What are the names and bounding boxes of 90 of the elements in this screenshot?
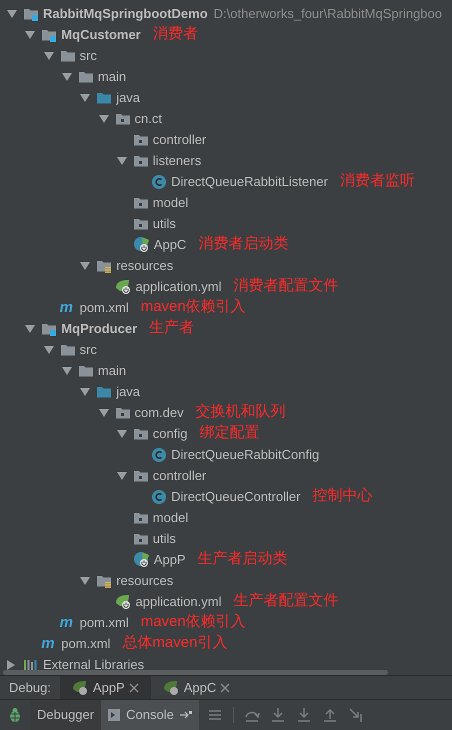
project-path: D:\otherworks_four\RabbitMqSpringboo [214, 4, 442, 23]
step-out-icon[interactable] [322, 707, 338, 723]
tree-item-label[interactable]: model [152, 192, 188, 212]
tree-item-label[interactable]: config [152, 424, 188, 444]
tree-item-label[interactable]: controller [152, 466, 206, 486]
annotation: 消费者监听 [340, 171, 415, 192]
tree-item-label[interactable]: AppP [154, 550, 186, 570]
tree-item-label[interactable]: DirectQueueController [171, 486, 300, 506]
debugger-tab[interactable]: Debugger [30, 700, 102, 730]
close-icon [128, 682, 139, 692]
tree-item-label[interactable]: RabbitMqSpringbootDemo [43, 4, 208, 24]
tree-item-label[interactable]: resources [116, 570, 174, 590]
tree-item-label[interactable]: pom.xml [80, 612, 129, 632]
annotation: maven依赖引入 [140, 297, 246, 318]
annotation: maven依赖引入 [140, 612, 246, 632]
tree-item-label[interactable]: application.yml [136, 592, 222, 612]
debug-tab[interactable]: AppC [150, 676, 242, 699]
tree-item-label[interactable]: main [98, 66, 126, 86]
spring-leaf-icon [162, 679, 180, 696]
tree-item-label[interactable]: MqProducer [61, 318, 138, 338]
tree-item-label[interactable]: MqCustomer [61, 24, 141, 44]
maven-icon: m [41, 636, 58, 651]
annotation: 消费者启动类 [198, 234, 288, 254]
spring-class-icon [132, 551, 150, 568]
debug-tab[interactable]: AppP [60, 676, 151, 699]
collapse-arrow-icon[interactable] [7, 660, 15, 670]
tree-item-label[interactable]: DirectQueueRabbitConfig [171, 444, 320, 464]
class-icon [151, 446, 168, 462]
expand-arrow-icon[interactable] [80, 94, 90, 102]
tree-item-label[interactable]: controller [152, 130, 206, 150]
annotation: 生产者 [149, 318, 194, 338]
tree-item-label[interactable]: listeners [152, 150, 202, 170]
tree-item-label[interactable]: src [80, 46, 97, 66]
tree-item-label[interactable]: java [116, 88, 140, 108]
expand-arrow-icon[interactable] [98, 408, 108, 416]
bug-icon [7, 707, 23, 723]
run-to-cursor-icon[interactable] [348, 707, 364, 723]
scrollbar[interactable] [3, 670, 388, 675]
pin-arrow-icon [180, 710, 192, 720]
maven-icon: m [60, 300, 76, 315]
annotation: 生产者配置文件 [234, 591, 338, 612]
expand-arrow-icon[interactable] [25, 324, 36, 332]
step-into-icon[interactable] [270, 707, 286, 723]
tree-item-label[interactable]: DirectQueueRabbitListener [171, 172, 328, 192]
tree-item-label[interactable]: java [116, 382, 140, 402]
tree-item-label[interactable]: utils [152, 214, 176, 234]
tree-item-label[interactable]: pom.xml [61, 634, 110, 654]
annotation: 生产者启动类 [198, 549, 288, 570]
force-step-into-icon[interactable] [296, 707, 312, 723]
console-icon [108, 709, 120, 721]
expand-arrow-icon[interactable] [80, 262, 90, 270]
debugger-tab[interactable]: Console [101, 700, 199, 730]
tree-item-label[interactable]: AppC [154, 234, 186, 254]
tree-item-label[interactable]: utils [152, 528, 176, 548]
expand-arrow-icon[interactable] [116, 430, 127, 438]
spring-leaf-icon [114, 593, 132, 610]
annotation: 交换机和队列 [196, 402, 286, 422]
expand-arrow-icon[interactable] [116, 472, 127, 480]
annotation: 控制中心 [312, 486, 372, 506]
annotation: 消费者配置文件 [234, 276, 338, 296]
expand-arrow-icon[interactable] [62, 366, 72, 374]
debug-label: Debug: [8, 678, 52, 697]
tree-item-label[interactable]: resources [116, 256, 174, 276]
annotation: 总体maven引入 [122, 633, 228, 654]
expand-arrow-icon[interactable] [25, 30, 36, 38]
close-icon [220, 682, 230, 692]
expand-arrow-icon[interactable] [7, 10, 17, 18]
tree-item-label[interactable]: pom.xml [80, 298, 129, 318]
expand-arrow-icon[interactable] [44, 52, 54, 60]
tree-item-label[interactable]: application.yml [136, 276, 222, 296]
spring-leaf-icon [114, 278, 132, 295]
annotation: 消费者 [152, 24, 198, 44]
expand-arrow-icon[interactable] [80, 576, 90, 584]
expand-arrow-icon[interactable] [98, 114, 108, 122]
class-icon [151, 488, 168, 504]
tree-item-label[interactable]: com.dev [134, 402, 184, 422]
tree-item-label[interactable]: src [80, 340, 97, 360]
tree-item-label[interactable]: main [98, 360, 126, 380]
annotation: 绑定配置 [200, 423, 260, 444]
tree-item-label[interactable]: model [152, 508, 188, 528]
expand-arrow-icon[interactable] [80, 388, 90, 396]
tree-item-label[interactable]: External Libraries [43, 654, 144, 670]
expand-arrow-icon[interactable] [116, 156, 127, 164]
tree-item-label[interactable]: cn.ct [134, 108, 162, 128]
expand-arrow-icon[interactable] [62, 72, 72, 80]
maven-icon: m [60, 615, 76, 630]
spring-leaf-icon [72, 679, 89, 696]
expand-arrow-icon[interactable] [44, 346, 54, 354]
class-icon [151, 174, 168, 190]
spring-class-icon [132, 236, 150, 253]
